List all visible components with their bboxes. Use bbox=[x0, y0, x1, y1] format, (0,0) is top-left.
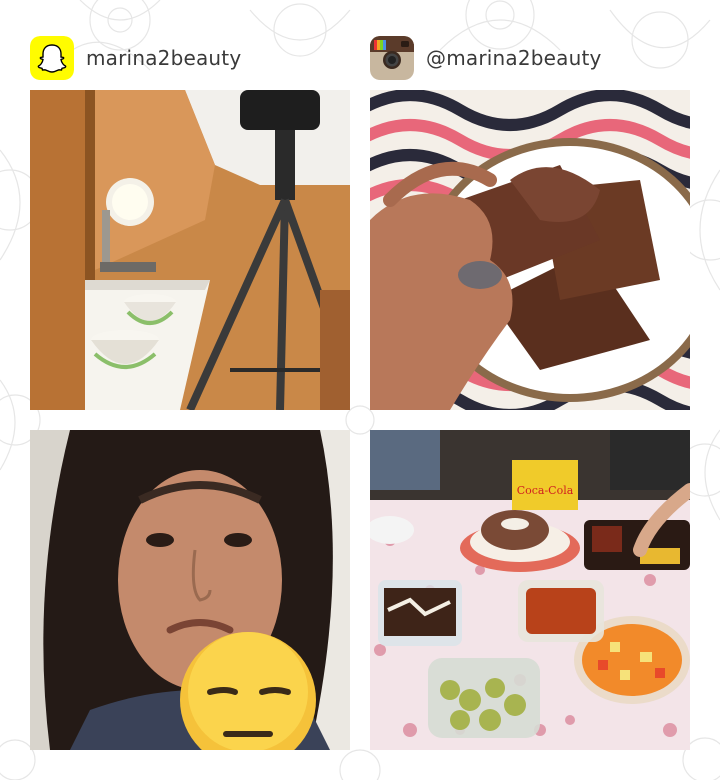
crate-label: Coca-Cola bbox=[517, 484, 574, 497]
instagram-header: @marina2beauty bbox=[370, 36, 602, 80]
snapchat-handle: marina2beauty bbox=[86, 46, 242, 70]
snapchat-ghost-icon bbox=[30, 36, 74, 80]
snapchat-header: marina2beauty bbox=[30, 36, 241, 80]
instagram-camera-icon bbox=[370, 36, 414, 80]
photo-studio-setup bbox=[30, 90, 350, 410]
photo-food-table: Coca-Cola bbox=[370, 430, 690, 750]
photo-selfie bbox=[30, 430, 350, 750]
photo-brownie bbox=[370, 90, 690, 410]
instagram-handle: @marina2beauty bbox=[426, 46, 602, 70]
